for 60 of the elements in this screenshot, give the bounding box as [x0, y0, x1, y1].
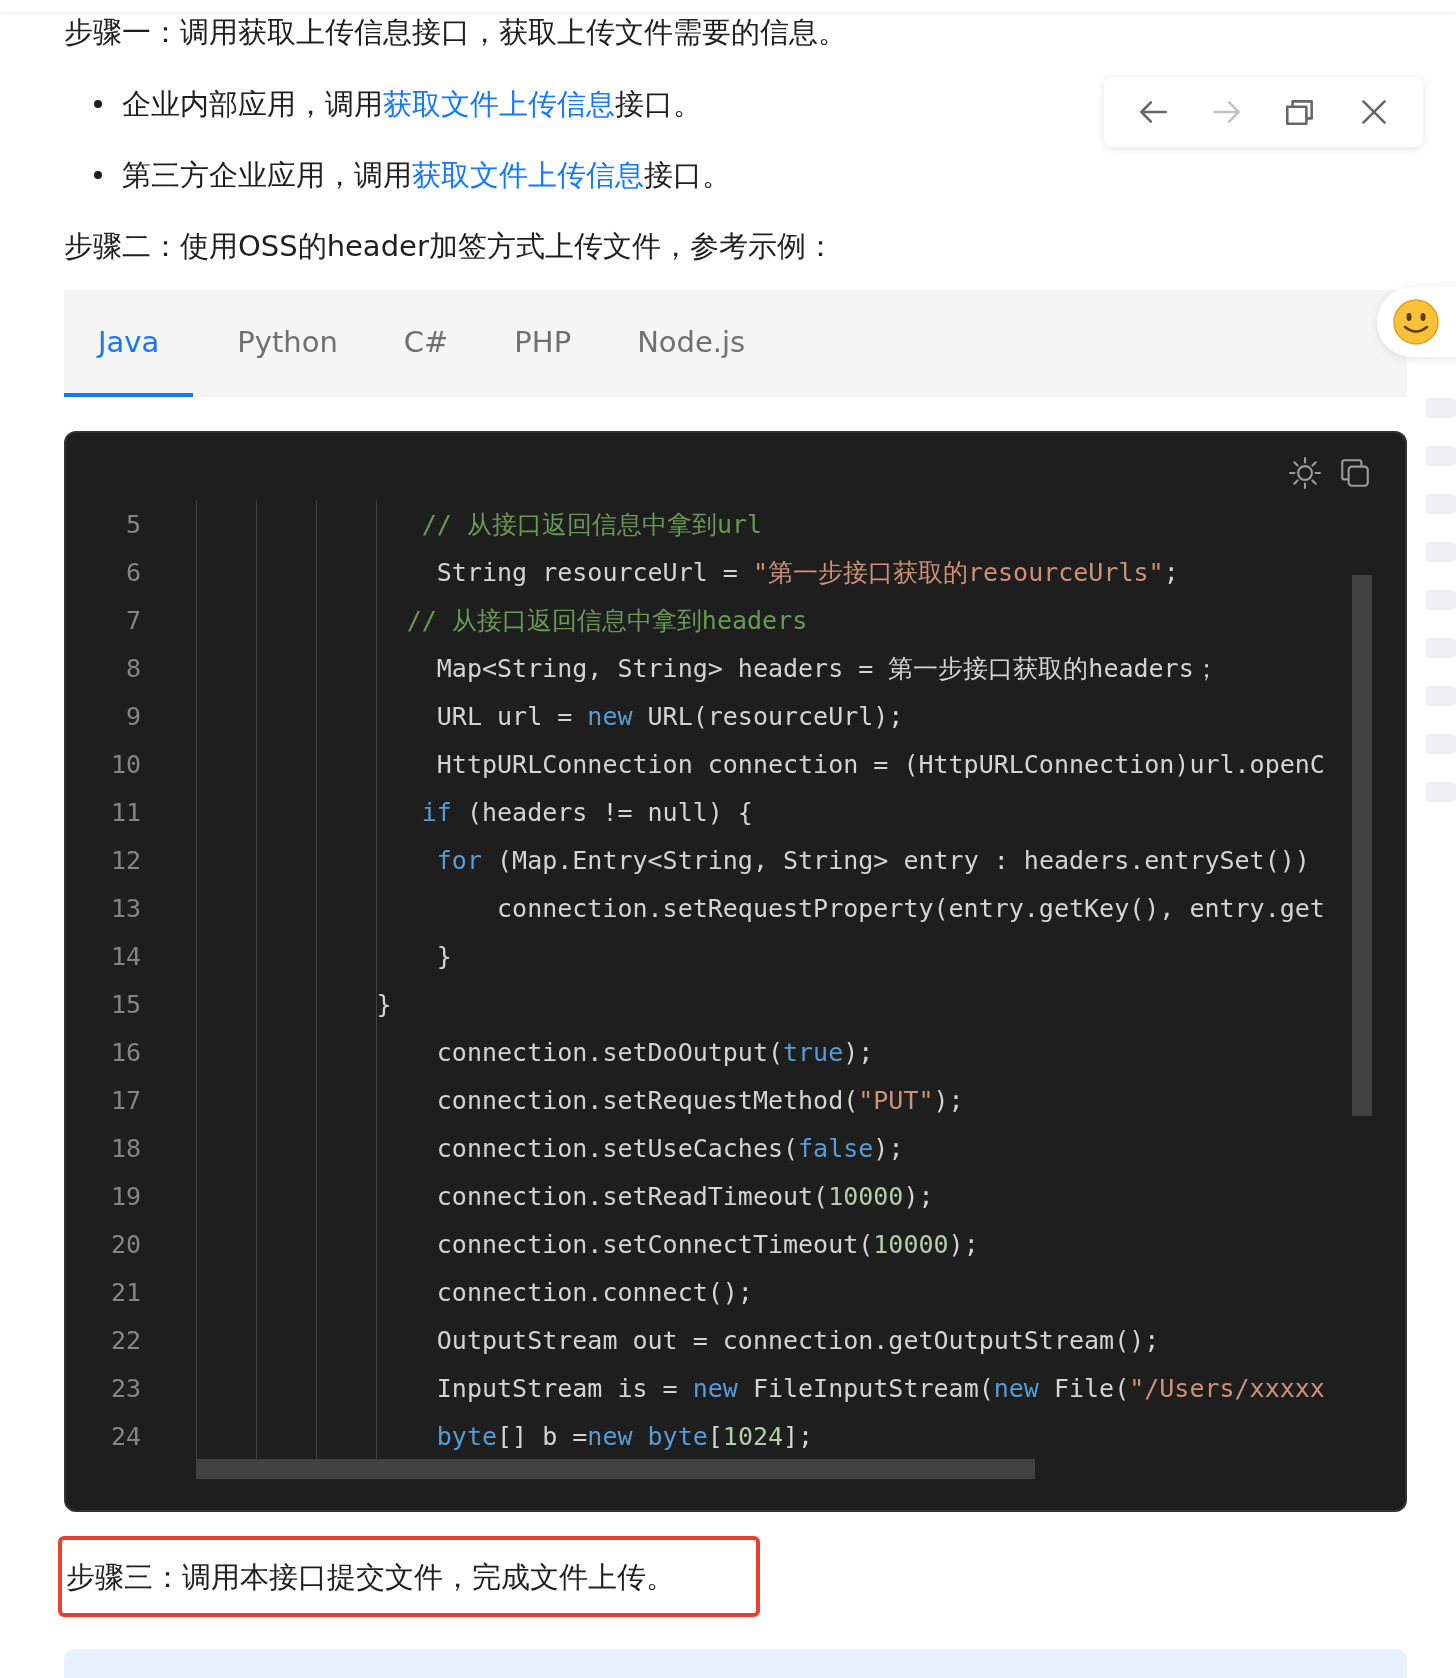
code-line: URL url = new URL(resourceUrl);: [435, 701, 904, 731]
step-text: 步骤三：调用本接口提交文件，完成文件上传。: [66, 1558, 675, 1596]
code-line: byte[] b =new byte[1024];: [435, 1421, 814, 1451]
line-number: 14: [109, 941, 141, 971]
bullet-dot: [94, 171, 102, 179]
language-tab[interactable]: PHP: [492, 290, 594, 397]
code-line: }: [435, 941, 452, 971]
bullet-text: 企业内部应用，调用获取文件上传信息接口。: [122, 86, 702, 123]
code-line: // 从接口返回信息中拿到url: [420, 508, 763, 541]
code-line: connection.setReadTimeout(10000);: [435, 1181, 934, 1211]
language-tab[interactable]: Python: [215, 290, 360, 397]
code-line: connection.connect();: [435, 1277, 753, 1307]
step-text: 步骤二：使用OSS的header加签方式上传文件，参考示例：: [64, 228, 836, 265]
copy-icon[interactable]: [1338, 456, 1372, 490]
line-number: 22: [109, 1325, 141, 1355]
step-text: 步骤一：调用获取上传信息接口，获取上传文件需要的信息。: [64, 14, 848, 51]
line-number: 17: [109, 1085, 141, 1115]
code-line: String resourceUrl = "第一步接口获取的resourceUrls";: [435, 556, 1179, 589]
line-number: 18: [109, 1133, 141, 1163]
code-line: InputStream is = new FileInputStream(new File("/Users/xxxxx: [435, 1373, 1325, 1403]
line-number: 7: [124, 605, 141, 635]
code-line: connection.setUseCaches(false);: [435, 1133, 904, 1163]
code-line: connection.setConnectTimeout(10000);: [435, 1229, 979, 1259]
line-number: 20: [109, 1229, 141, 1259]
language-tab[interactable]: Node.js: [615, 290, 768, 397]
line-number: 9: [124, 701, 141, 731]
language-tab[interactable]: Java: [64, 290, 194, 397]
line-number: 15: [109, 989, 141, 1019]
line-number: 12: [109, 845, 141, 875]
scrollbar[interactable]: [1352, 575, 1372, 1116]
bullet-dot: [94, 100, 102, 108]
code-line: // 从接口返回信息中拿到headers: [405, 604, 808, 637]
language-tab[interactable]: C#: [381, 290, 471, 397]
line-number: 6: [124, 557, 141, 587]
code-line: HttpURLConnection connection = (HttpURLConnection)url.openC: [435, 749, 1325, 779]
scrollbar[interactable]: [196, 1459, 1035, 1479]
code-line: connection.setDoOutput(true);: [435, 1037, 874, 1067]
line-number: 5: [124, 509, 141, 539]
line-number: 8: [124, 653, 141, 683]
theme-icon[interactable]: [1288, 456, 1322, 490]
line-number: 13: [109, 893, 141, 923]
line-number: 16: [109, 1037, 141, 1067]
bullet-text: 第三方企业应用，调用获取文件上传信息接口。: [122, 157, 731, 194]
code-line: connection.setRequestProperty(entry.getKey(), entry.get: [496, 893, 1325, 923]
line-number: 10: [109, 749, 141, 779]
code-line: if (headers != null) {: [420, 797, 753, 827]
code-line: }: [375, 989, 392, 1019]
line-number: 11: [109, 797, 141, 827]
line-number: 19: [109, 1181, 141, 1211]
line-number: 21: [109, 1277, 141, 1307]
smiley-icon: [1392, 298, 1440, 346]
feedback-button[interactable]: [1377, 287, 1456, 357]
line-number: 24: [109, 1421, 141, 1451]
doc-link[interactable]: 获取文件上传信息: [383, 87, 615, 121]
code-line: for (Map.Entry<String, String> entry : headers.entrySet()): [435, 845, 1310, 875]
code-line: OutputStream out = connection.getOutputStream();: [435, 1325, 1160, 1355]
line-number: 23: [109, 1373, 141, 1403]
code-line: connection.setRequestMethod("PUT");: [435, 1085, 964, 1115]
doc-link[interactable]: 获取文件上传信息: [412, 158, 644, 192]
code-line: Map<String, String> headers = 第一步接口获取的headers；: [435, 652, 1219, 685]
